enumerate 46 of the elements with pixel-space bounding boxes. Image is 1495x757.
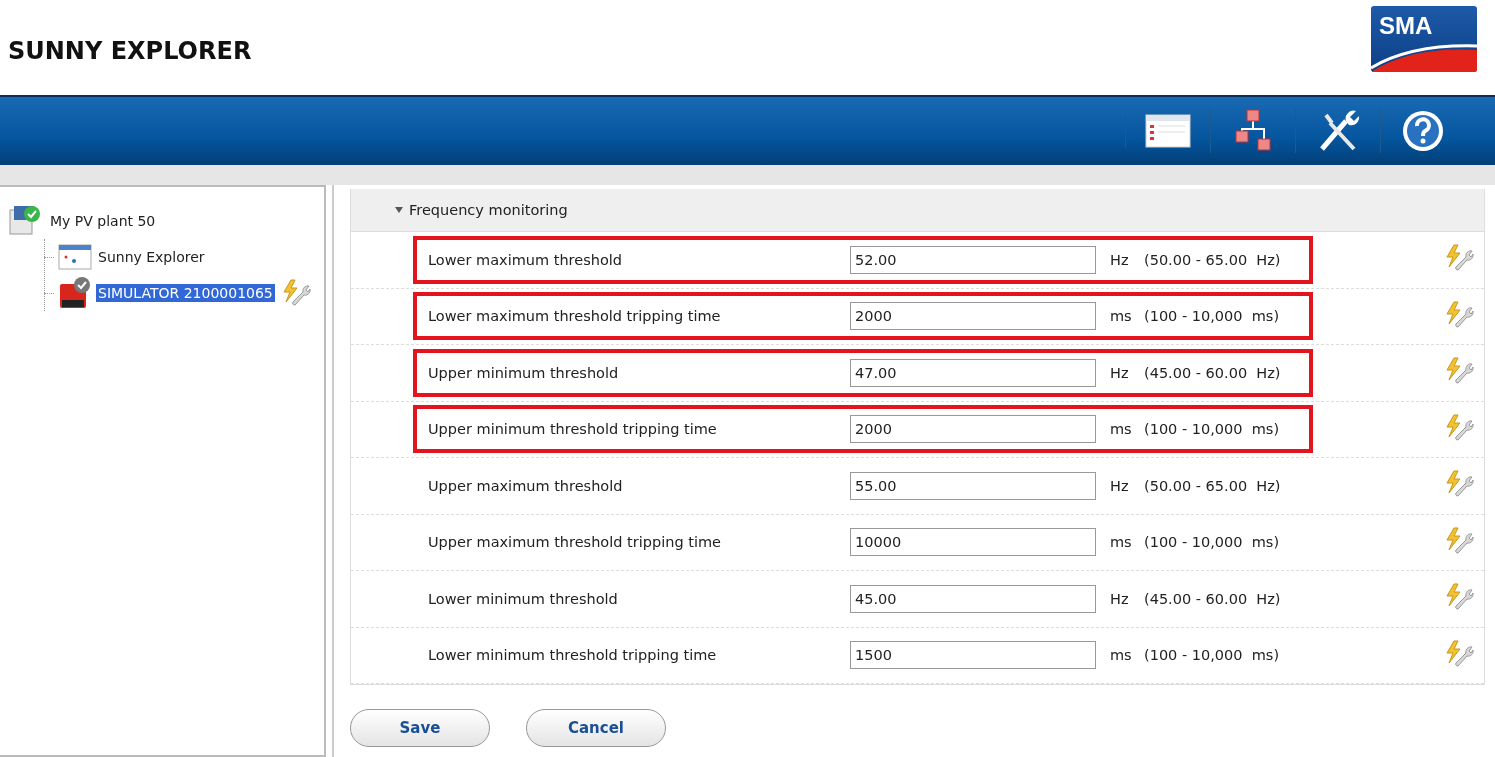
unit-label: Hz <box>1110 251 1130 268</box>
value-field[interactable]: 2000 <box>850 302 1096 331</box>
unit-label: ms <box>1110 647 1133 664</box>
range-label: (50.00 - 65.00 Hz) <box>1144 477 1281 494</box>
range-label: (100 - 10,000 ms) <box>1144 308 1280 325</box>
unit-label: ms <box>1110 534 1133 551</box>
unit-label: ms <box>1110 308 1133 325</box>
parameter-label: Upper maximum threshold <box>428 477 624 494</box>
app-title: SUNNY EXPLORER <box>8 36 252 65</box>
expand-arrow-icon[interactable] <box>395 207 403 213</box>
unit-label: ms <box>1110 421 1133 438</box>
value-field[interactable]: 10000 <box>850 528 1096 557</box>
value-field[interactable]: 55.00 <box>850 471 1096 500</box>
value-field[interactable]: 1500 <box>850 641 1096 670</box>
parameter-label: Upper minimum threshold tripping time <box>428 421 718 438</box>
parameter-label: Lower minimum threshold tripping time <box>428 647 718 664</box>
action-button[interactable]: Cancel <box>526 709 666 747</box>
window-list-icon[interactable] <box>1145 114 1191 148</box>
app-window-icon <box>58 243 92 271</box>
logo: SMA <box>1371 6 1477 72</box>
network-icon[interactable] <box>1234 109 1272 153</box>
unit-label: Hz <box>1110 590 1130 607</box>
inverter-icon <box>58 276 92 310</box>
range-label: (100 - 10,000 ms) <box>1144 421 1280 438</box>
range-label: (45.00 - 60.00 Hz) <box>1144 364 1281 381</box>
parameter-label: Upper maximum threshold tripping time <box>428 534 722 551</box>
range-label: (50.00 - 65.00 Hz) <box>1144 251 1281 268</box>
tree-item[interactable]: My PV plant 50 <box>48 212 158 230</box>
value-field[interactable]: 2000 <box>850 415 1096 444</box>
action-button[interactable]: Save <box>350 709 490 747</box>
value-field[interactable]: 47.00 <box>850 358 1096 387</box>
range-label: (45.00 - 60.00 Hz) <box>1144 590 1281 607</box>
section-title[interactable]: Frequency monitoring <box>409 202 568 218</box>
parameter-label: Lower maximum threshold tripping time <box>428 308 722 325</box>
unit-label: Hz <box>1110 364 1130 381</box>
tree-item[interactable]: Sunny Explorer <box>96 248 207 266</box>
value-field[interactable]: 52.00 <box>850 245 1096 274</box>
unit-label: Hz <box>1110 477 1130 494</box>
parameter-label: Lower maximum threshold <box>428 251 623 268</box>
parameter-label: Upper minimum threshold <box>428 364 620 381</box>
range-label: (100 - 10,000 ms) <box>1144 534 1280 551</box>
value-field[interactable]: 45.00 <box>850 584 1096 613</box>
range-label: (100 - 10,000 ms) <box>1144 647 1280 664</box>
parameter-label: Lower minimum threshold <box>428 590 619 607</box>
help-icon[interactable] <box>1401 109 1445 153</box>
tree-item[interactable]: SIMULATOR 2100001065 <box>96 284 275 302</box>
